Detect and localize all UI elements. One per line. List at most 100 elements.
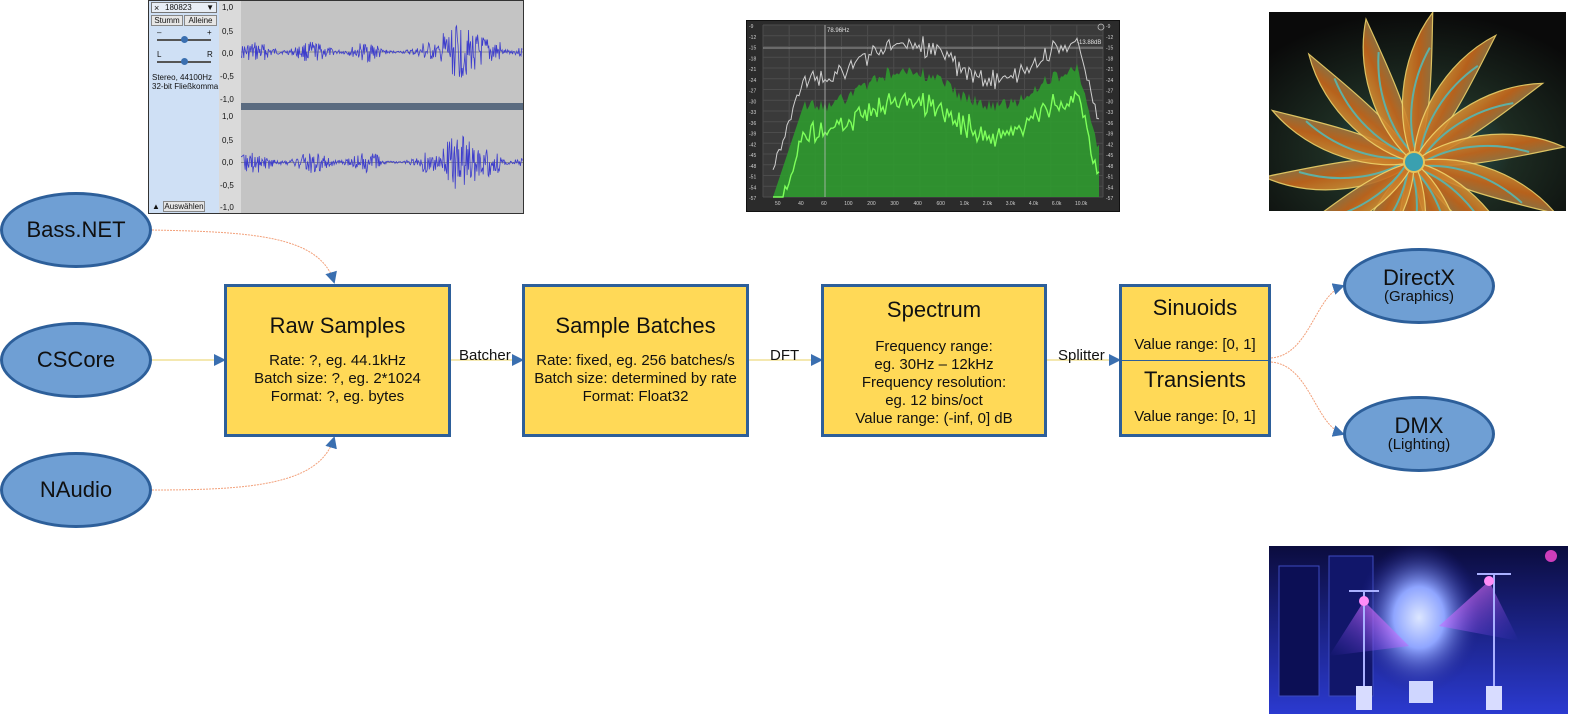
spectrum-analyzer-screenshot: 78.96Hz -13.88dB -9 -12 -15 -18 -21 -24 -27 -30… — [746, 20, 1120, 212]
output-directx[interactable]: DirectX (Graphics) — [1343, 248, 1495, 324]
mute-button: Stumm — [151, 15, 183, 26]
x-tick-label: 50 — [775, 201, 781, 207]
y-tick-label: -54 — [1106, 185, 1113, 191]
scale-label: 1,0 — [222, 3, 234, 12]
fractal-graphics-picture — [1269, 12, 1566, 211]
y-tick-label: -27 — [749, 89, 756, 95]
x-tick-label: 4.0k — [1029, 201, 1039, 207]
sinuoids-value-range: Value range: [0, 1] — [1134, 336, 1256, 353]
source-bass-net-label: Bass.NET — [26, 217, 126, 243]
scale-label: -1,0 — [220, 95, 234, 104]
raw-samples-batch-size: Batch size: ?, eg. 2*1024 — [254, 370, 421, 387]
collapse-icon: ▲ — [152, 202, 160, 211]
sample-batches-format: Format: Float32 — [582, 388, 689, 405]
y-tick-label: -9 — [749, 24, 754, 30]
dropdown-icon: ▼ — [206, 3, 214, 12]
source-cscore-label: CSCore — [36, 347, 116, 373]
y-tick-label: -36 — [1106, 121, 1113, 127]
select-button: Auswählen — [163, 201, 205, 212]
scale-label: 0,5 — [222, 27, 234, 36]
x-tick-label: 3.0k — [1006, 201, 1016, 207]
raw-samples-rate: Rate: ?, eg. 44.1kHz — [269, 352, 406, 369]
track-info-line2: 32-bit Fließkomma — [152, 82, 219, 91]
y-tick-label: -54 — [749, 185, 756, 191]
source-naudio-label: NAudio — [39, 477, 113, 503]
track-info-line1: Stereo, 44100Hz — [152, 73, 213, 82]
gain-plus-label: + — [207, 28, 212, 37]
edge-naudio-to-raw — [151, 436, 337, 491]
sample-batches-rate: Rate: fixed, eg. 256 batches/s — [536, 352, 735, 369]
track-name: 180823 — [165, 3, 192, 12]
y-tick-label: -57 — [749, 196, 756, 202]
y-tick-label: -18 — [1106, 56, 1113, 62]
y-tick-label: -21 — [749, 67, 756, 73]
y-tick-label: -45 — [1106, 153, 1113, 159]
y-tick-label: -39 — [1106, 132, 1113, 138]
pan-slider-thumb — [181, 58, 188, 65]
y-tick-label: -39 — [749, 132, 756, 138]
scale-label: 0,0 — [222, 158, 234, 167]
y-tick-label: -12 — [749, 35, 756, 41]
spectrum-box[interactable]: Spectrum Frequency range: eg. 30Hz – 12k… — [821, 284, 1047, 437]
y-tick-label: -51 — [1106, 175, 1113, 181]
y-tick-label: -21 — [1106, 67, 1113, 73]
scale-label: -1,0 — [220, 203, 234, 212]
close-icon: × — [154, 3, 160, 13]
cursor-db: -13.88dB — [1077, 40, 1101, 46]
y-tick-label: -57 — [1106, 196, 1113, 202]
channel-divider — [241, 103, 523, 110]
output-directx-sublabel: (Graphics) — [1383, 288, 1454, 306]
spectrum-frequency-range-label: Frequency range: — [875, 338, 993, 355]
source-bass-net[interactable]: Bass.NET — [0, 192, 152, 268]
raw-samples-format: Format: ?, eg. bytes — [270, 388, 405, 405]
y-tick-label: -51 — [749, 175, 756, 181]
stage-lighting-image — [1269, 546, 1568, 714]
sinuoids-title: Sinuoids — [1152, 295, 1238, 320]
source-cscore[interactable]: CSCore — [0, 322, 152, 398]
x-tick-label: 400 — [913, 201, 922, 207]
transients-box[interactable]: Transients Value range: [0, 1] — [1119, 360, 1271, 437]
y-tick-label: -42 — [1106, 142, 1113, 148]
raw-samples-box[interactable]: Raw Samples Rate: ?, eg. 44.1kHz Batch s… — [224, 284, 451, 437]
scale-label: -0,5 — [220, 72, 234, 81]
source-naudio[interactable]: NAudio — [0, 452, 152, 528]
scale-label: -0,5 — [220, 181, 234, 190]
edge-split-to-directx — [1270, 283, 1345, 359]
y-tick-label: -9 — [1106, 24, 1111, 30]
amplitude-ruler: 1,0 0,5 0,0 -0,5 -1,0 1,0 0,5 0,0 -0,5 -… — [219, 1, 242, 213]
output-dmx-label: DMX — [1394, 413, 1444, 439]
y-tick-label: -48 — [749, 164, 756, 170]
sinuoids-box[interactable]: Sinuoids Value range: [0, 1] — [1119, 284, 1271, 361]
waveform-left — [240, 24, 523, 78]
spectrum-title: Spectrum — [886, 297, 982, 322]
gain-minus-label: – — [157, 28, 162, 37]
x-tick-label: 1.0k — [960, 201, 970, 207]
x-tick-label: 40 — [798, 201, 804, 207]
output-dmx[interactable]: DMX (Lighting) — [1343, 396, 1495, 472]
edge-label-splitter: Splitter — [1058, 347, 1105, 364]
sample-batches-box[interactable]: Sample Batches Rate: fixed, eg. 256 batc… — [522, 284, 749, 437]
y-tick-label: -33 — [749, 110, 756, 116]
y-tick-label: -24 — [749, 78, 756, 84]
y-tick-label: -15 — [749, 46, 756, 52]
sample-batches-batch-size: Batch size: determined by rate — [534, 370, 737, 387]
transients-value-range: Value range: [0, 1] — [1134, 408, 1256, 425]
gain-slider-thumb — [181, 36, 188, 43]
scale-label: 1,0 — [222, 112, 234, 121]
y-tick-label: -30 — [749, 99, 756, 105]
transients-title: Transients — [1144, 367, 1246, 392]
y-tick-label: -30 — [1106, 99, 1113, 105]
edge-bass-to-raw — [151, 229, 337, 284]
x-tick-label: 600 — [937, 201, 946, 207]
stage-lighting-picture — [1269, 546, 1568, 714]
y-tick-label: -27 — [1106, 89, 1113, 95]
raw-samples-title: Raw Samples — [269, 313, 406, 338]
scale-label: 0,0 — [222, 49, 234, 58]
track-control-panel: × 180823 ▼ Stumm Alleine – + L R Stereo,… — [149, 1, 220, 213]
sample-batches-title: Sample Batches — [555, 313, 716, 338]
x-tick-label: 300 — [890, 201, 899, 207]
audacity-waveform-screenshot: × 180823 ▼ Stumm Alleine – + L R Stereo,… — [148, 0, 524, 214]
cursor-frequency: 78.96Hz — [827, 28, 849, 34]
x-tick-label: 200 — [867, 201, 876, 207]
x-tick-label: 2.0k — [983, 201, 993, 207]
